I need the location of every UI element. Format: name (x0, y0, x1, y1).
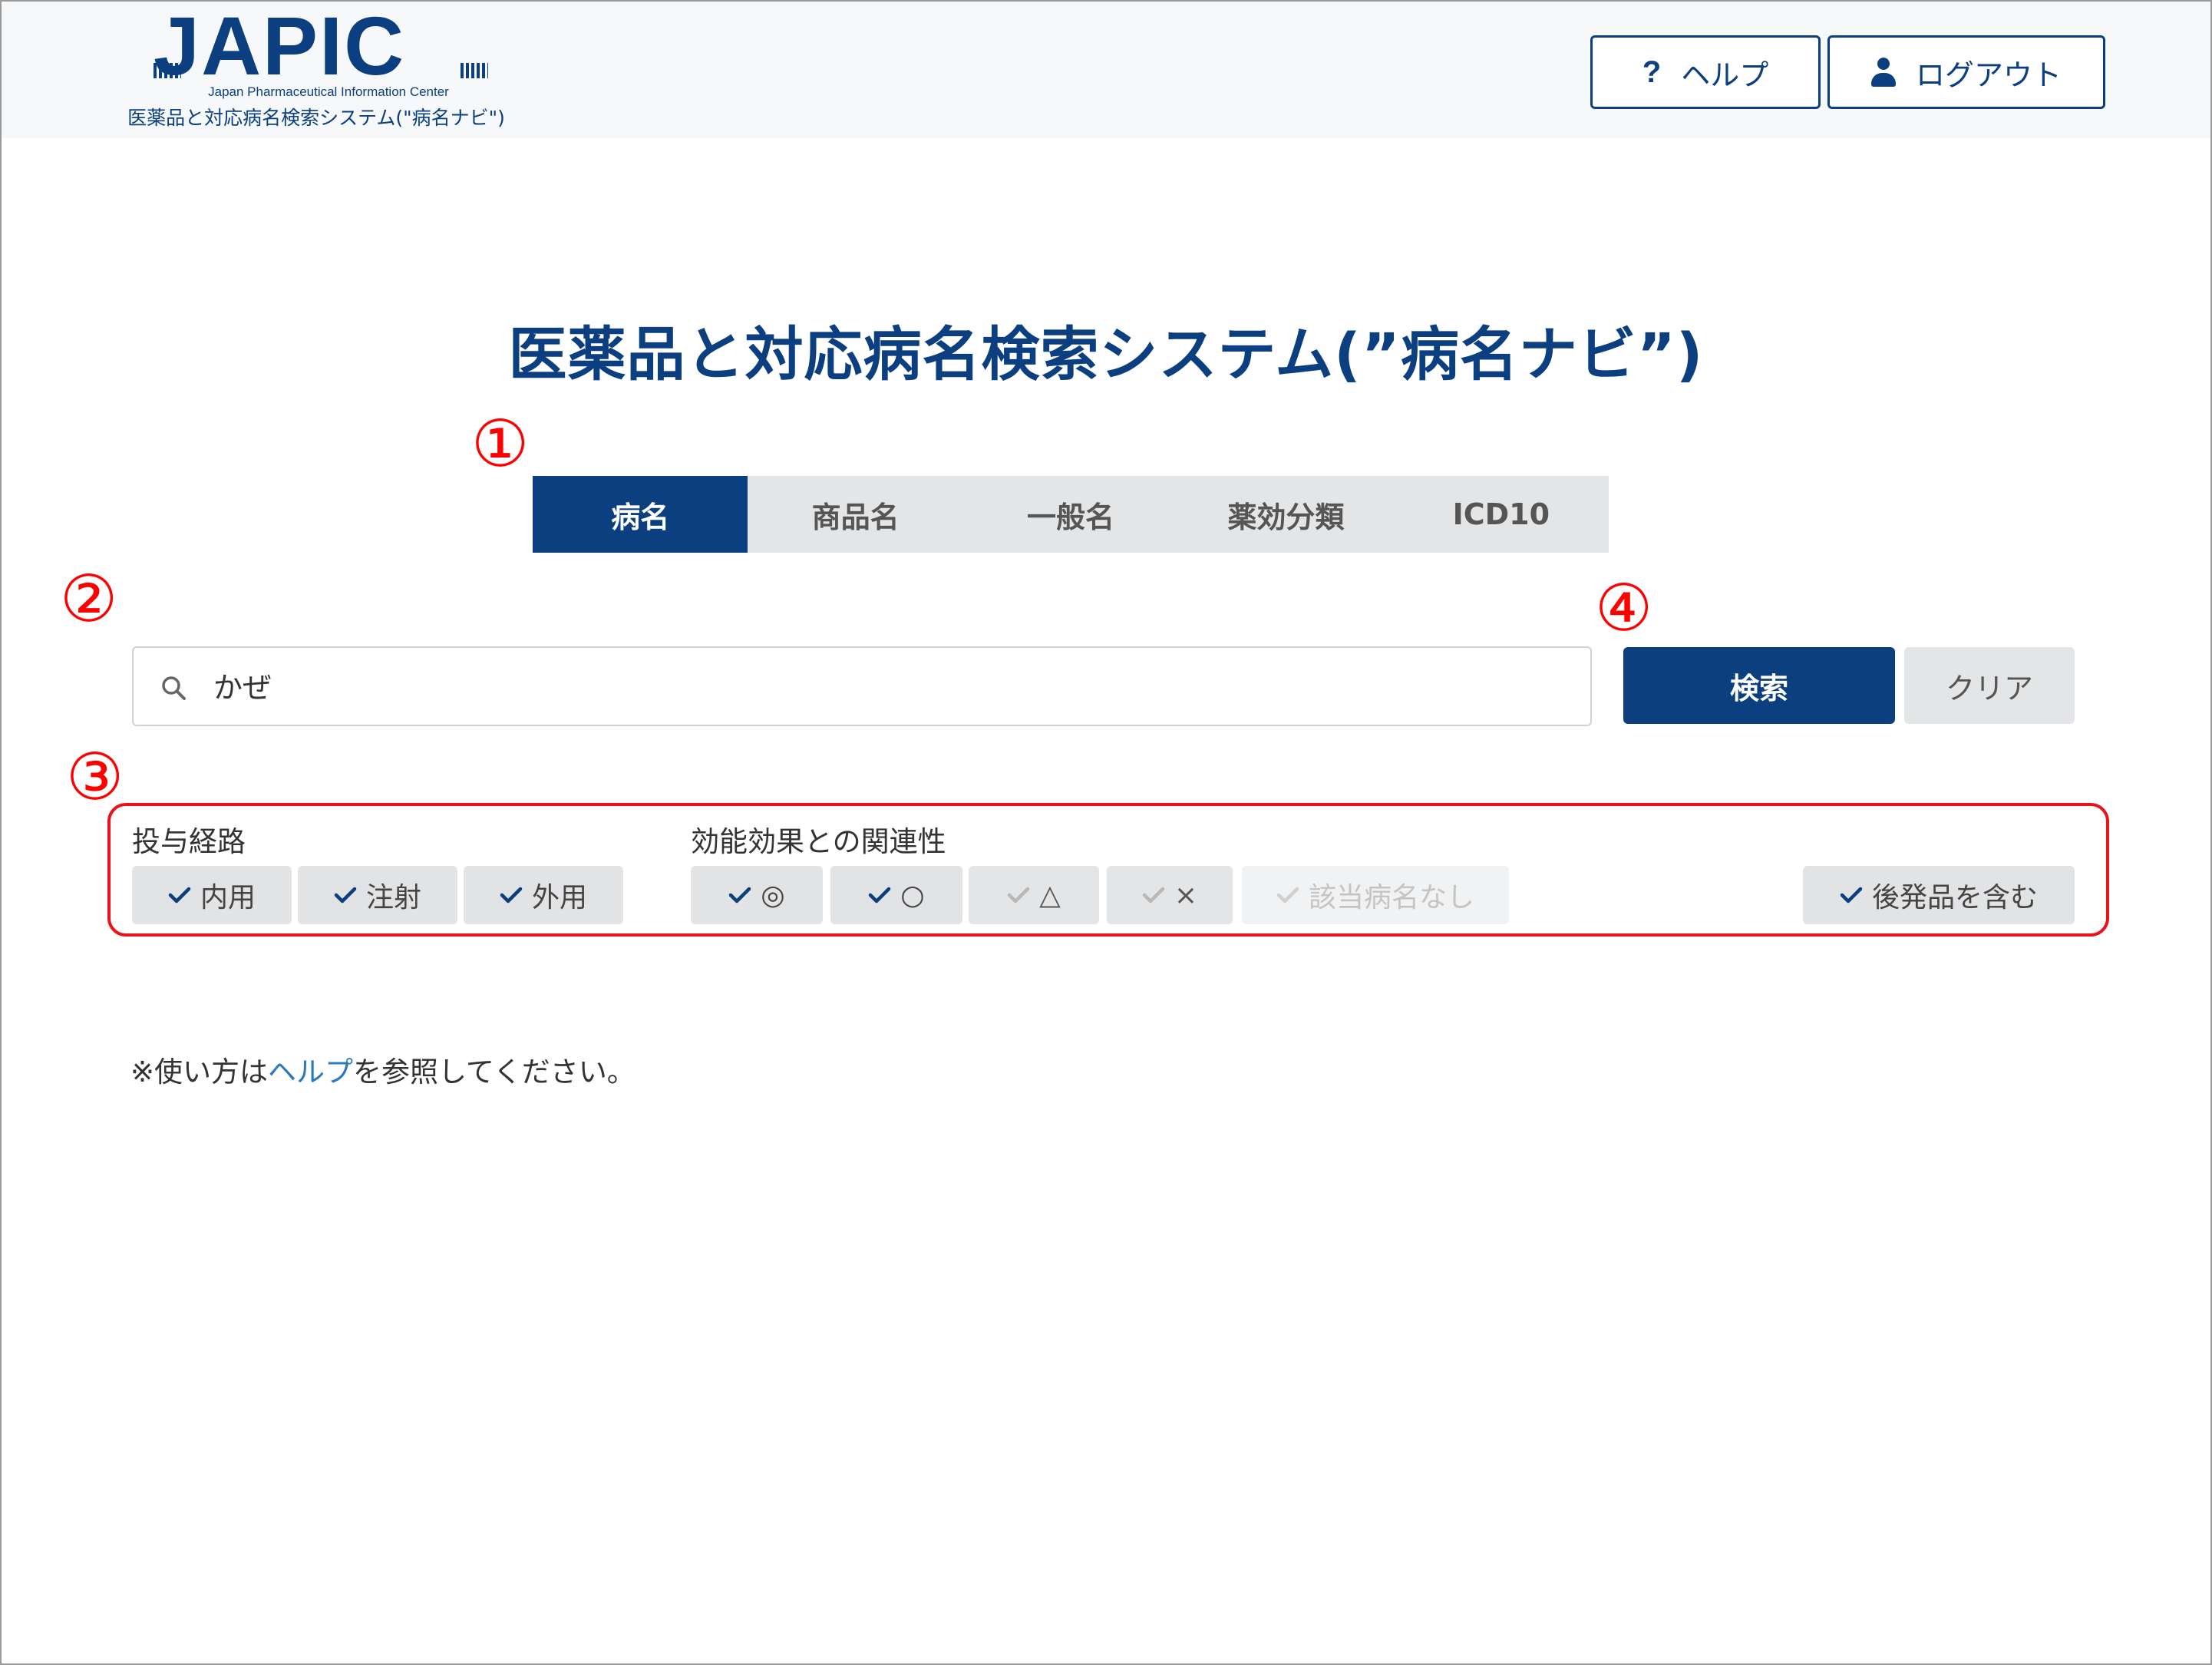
logout-button-label: ログアウト (1915, 58, 2062, 92)
annotation-marker-3: ③ (66, 739, 124, 814)
help-button-label: ヘルプ (1681, 58, 1769, 92)
relevance-option-no-match[interactable]: 該当病名なし (1242, 866, 1509, 924)
relevance-option-label: ◎ (761, 879, 785, 911)
logout-button[interactable]: ログアウト (1827, 35, 2105, 109)
relevance-option-label: 該当病名なし (1308, 882, 1474, 913)
tab-disease-name[interactable]: 病名 (533, 476, 748, 553)
check-icon (1142, 887, 1165, 904)
clear-button[interactable]: クリア (1904, 647, 2075, 724)
route-option-label: 外用 (531, 882, 587, 913)
relevance-option-circle[interactable]: ○ (830, 866, 962, 924)
check-icon (729, 887, 751, 904)
check-icon (168, 887, 191, 904)
check-icon (334, 887, 357, 904)
logo-subtitle: Japan Pharmaceutical Information Center (208, 84, 449, 99)
header: JAPIC Japan Pharmaceutical Information C… (2, 2, 2210, 138)
annotation-marker-4: ④ (1595, 570, 1653, 646)
route-option-label: 注射 (365, 882, 421, 913)
search-icon (162, 676, 186, 700)
search-field[interactable] (132, 646, 1592, 726)
route-option-internal[interactable]: 内用 (132, 866, 292, 924)
question-icon: ? (1642, 55, 1662, 89)
logo-text: JAPIC (154, 0, 406, 92)
check-icon (1840, 887, 1863, 904)
relevance-group-label: 効能効果との関連性 (691, 825, 946, 858)
check-icon (869, 887, 891, 904)
help-button[interactable]: ? ヘルプ (1590, 35, 1821, 109)
tab-efficacy-class[interactable]: 薬効分類 (1178, 476, 1393, 553)
tab-icd10[interactable]: ICD10 (1394, 476, 1609, 553)
relevance-option-double-circle[interactable]: ◎ (691, 866, 823, 924)
usage-note-suffix: を参照してください。 (353, 1055, 636, 1089)
logo-tagline: 医薬品と対応病名検索システム("病名ナビ") (127, 107, 505, 129)
logo-bars-right (461, 63, 488, 78)
relevance-option-label: △ (1039, 879, 1061, 911)
relevance-option-label: × (1174, 879, 1198, 911)
annotation-marker-1: ① (471, 406, 530, 481)
search-type-tabs: 病名 商品名 一般名 薬効分類 ICD10 (533, 476, 1609, 553)
user-icon (1870, 58, 1896, 87)
include-generics-label: 後発品を含む (1871, 882, 2038, 913)
route-option-label: 内用 (200, 882, 256, 913)
annotation-marker-2: ② (60, 561, 118, 636)
route-group-label: 投与経路 (132, 825, 246, 858)
relevance-option-triangle[interactable]: △ (969, 866, 1099, 924)
include-generics-toggle[interactable]: 後発品を含む (1803, 866, 2075, 924)
help-link[interactable]: ヘルプ (268, 1055, 353, 1089)
page-title: 医薬品と対応病名検索システム(”病名ナビ”) (508, 320, 1704, 388)
relevance-option-label: ○ (900, 879, 925, 911)
check-icon (500, 887, 523, 904)
tab-product-name[interactable]: 商品名 (748, 476, 962, 553)
route-option-injection[interactable]: 注射 (298, 866, 457, 924)
search-button[interactable]: 検索 (1623, 647, 1895, 724)
route-option-external[interactable]: 外用 (464, 866, 623, 924)
usage-note: ※使い方はヘルプを参照してください。 (130, 1049, 636, 1090)
usage-note-prefix: ※使い方は (130, 1055, 269, 1089)
search-input[interactable] (213, 654, 1564, 715)
check-icon (1276, 887, 1299, 904)
japic-logo[interactable]: JAPIC Japan Pharmaceutical Information C… (101, 5, 531, 132)
tab-generic-name[interactable]: 一般名 (963, 476, 1178, 553)
check-icon (1007, 887, 1030, 904)
relevance-option-cross[interactable]: × (1107, 866, 1233, 924)
